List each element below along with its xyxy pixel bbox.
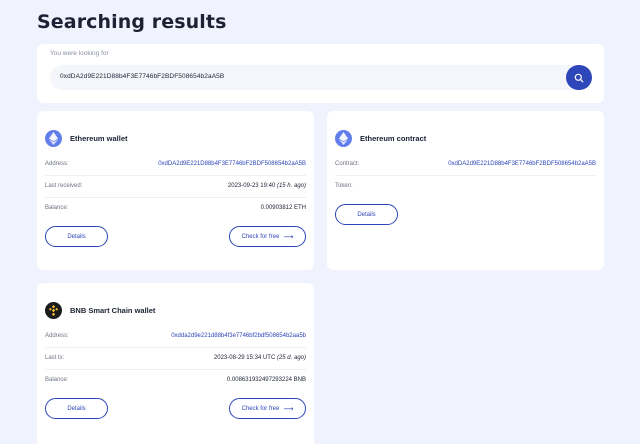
card-header: Ethereum contract	[335, 130, 426, 147]
details-button[interactable]: Details	[335, 204, 398, 225]
details-label: Details	[67, 405, 86, 412]
address-label: Address:	[45, 333, 69, 339]
address-label: Address:	[45, 161, 69, 167]
check-label: Check for free	[241, 233, 280, 240]
card-title: Ethereum contract	[360, 134, 427, 143]
ethereum-contract-card: Ethereum contract Contract: 0xdDA2d9E221…	[327, 111, 604, 270]
arrow-right-icon: ⟶	[283, 405, 294, 413]
card-header: BNB Smart Chain wallet	[45, 302, 155, 319]
balance-value: 0.00903812 ETH	[260, 205, 306, 211]
check-for-free-button[interactable]: Check for free ⟶	[229, 398, 306, 419]
last-tx-date: 2023-08-29 15:34 UTC	[213, 355, 276, 361]
contract-row: Contract: 0xdDA2d9E221D88b4F3E7746bF2BDF…	[335, 154, 596, 176]
details-button[interactable]: Details	[45, 398, 108, 419]
bnb-icon	[45, 302, 62, 319]
last-tx-label: Last tx:	[45, 355, 65, 361]
ethereum-icon	[45, 130, 62, 147]
balance-label: Balance:	[45, 377, 69, 383]
balance-value: 0.008631932497293224 BNB	[226, 377, 306, 383]
balance-row: Balance: 0.00903812 ETH	[45, 198, 306, 220]
address-link[interactable]: 0xdda2d9e221d88b4f3e7746bf2bdf508654b2aa…	[171, 333, 306, 339]
check-for-free-button[interactable]: Check for free ⟶	[229, 226, 306, 247]
card-title: BNB Smart Chain wallet	[70, 306, 156, 315]
details-button[interactable]: Details	[45, 226, 108, 247]
arrow-right-icon: ⟶	[283, 233, 294, 241]
last-received-ago: (15 h. ago)	[276, 183, 306, 189]
last-tx-ago: (25 d. ago)	[276, 355, 306, 361]
address-row: Address: 0xdda2d9e221d88b4f3e7746bf2bdf5…	[45, 326, 306, 348]
last-tx-row: Last tx: 2023-08-29 15:34 UTC (25 d. ago…	[45, 348, 306, 370]
check-label: Check for free	[241, 405, 280, 412]
search-caption: You were looking for	[50, 50, 109, 57]
ethereum-icon	[335, 130, 352, 147]
token-row: Token:	[335, 176, 596, 198]
token-label: Token:	[335, 183, 353, 189]
bnb-wallet-card: BNB Smart Chain wallet Address: 0xdda2d9…	[37, 283, 314, 444]
card-header: Ethereum wallet	[45, 130, 128, 147]
details-label: Details	[357, 211, 376, 218]
card-title: Ethereum wallet	[70, 134, 128, 143]
search-icon	[574, 73, 584, 82]
balance-label: Balance:	[45, 205, 69, 211]
search-panel: You were looking for 0xdDA2d9E221D88b4F3…	[37, 44, 604, 103]
address-row: Address: 0xdDA2d9E221D88b4F3E7746bF2BDF5…	[45, 154, 306, 176]
balance-row: Balance: 0.008631932497293224 BNB	[45, 370, 306, 392]
search-button[interactable]	[566, 65, 592, 90]
last-received-row: Last received: 2023-09-23 19:40 (15 h. a…	[45, 176, 306, 198]
search-input[interactable]: 0xdDA2d9E221D88b4F3E7746bF2BDF508654b2aA…	[50, 65, 578, 90]
page-title: Searching results	[37, 11, 227, 33]
last-received-label: Last received:	[45, 183, 83, 189]
address-link[interactable]: 0xdDA2d9E221D88b4F3E7746bF2BDF508654b2aA…	[158, 161, 306, 167]
contract-label: Contract:	[335, 161, 360, 167]
last-received-value: 2023-09-23 19:40 (15 h. ago)	[228, 183, 306, 189]
details-label: Details	[67, 233, 86, 240]
last-received-date: 2023-09-23 19:40	[227, 183, 276, 189]
search-value: 0xdDA2d9E221D88b4F3E7746bF2BDF508654b2aA…	[60, 73, 225, 80]
contract-link[interactable]: 0xdDA2d9E221D88b4F3E7746bF2BDF508654b2aA…	[448, 161, 596, 167]
last-tx-value: 2023-08-29 15:34 UTC (25 d. ago)	[214, 355, 306, 361]
ethereum-wallet-card: Ethereum wallet Address: 0xdDA2d9E221D88…	[37, 111, 314, 270]
